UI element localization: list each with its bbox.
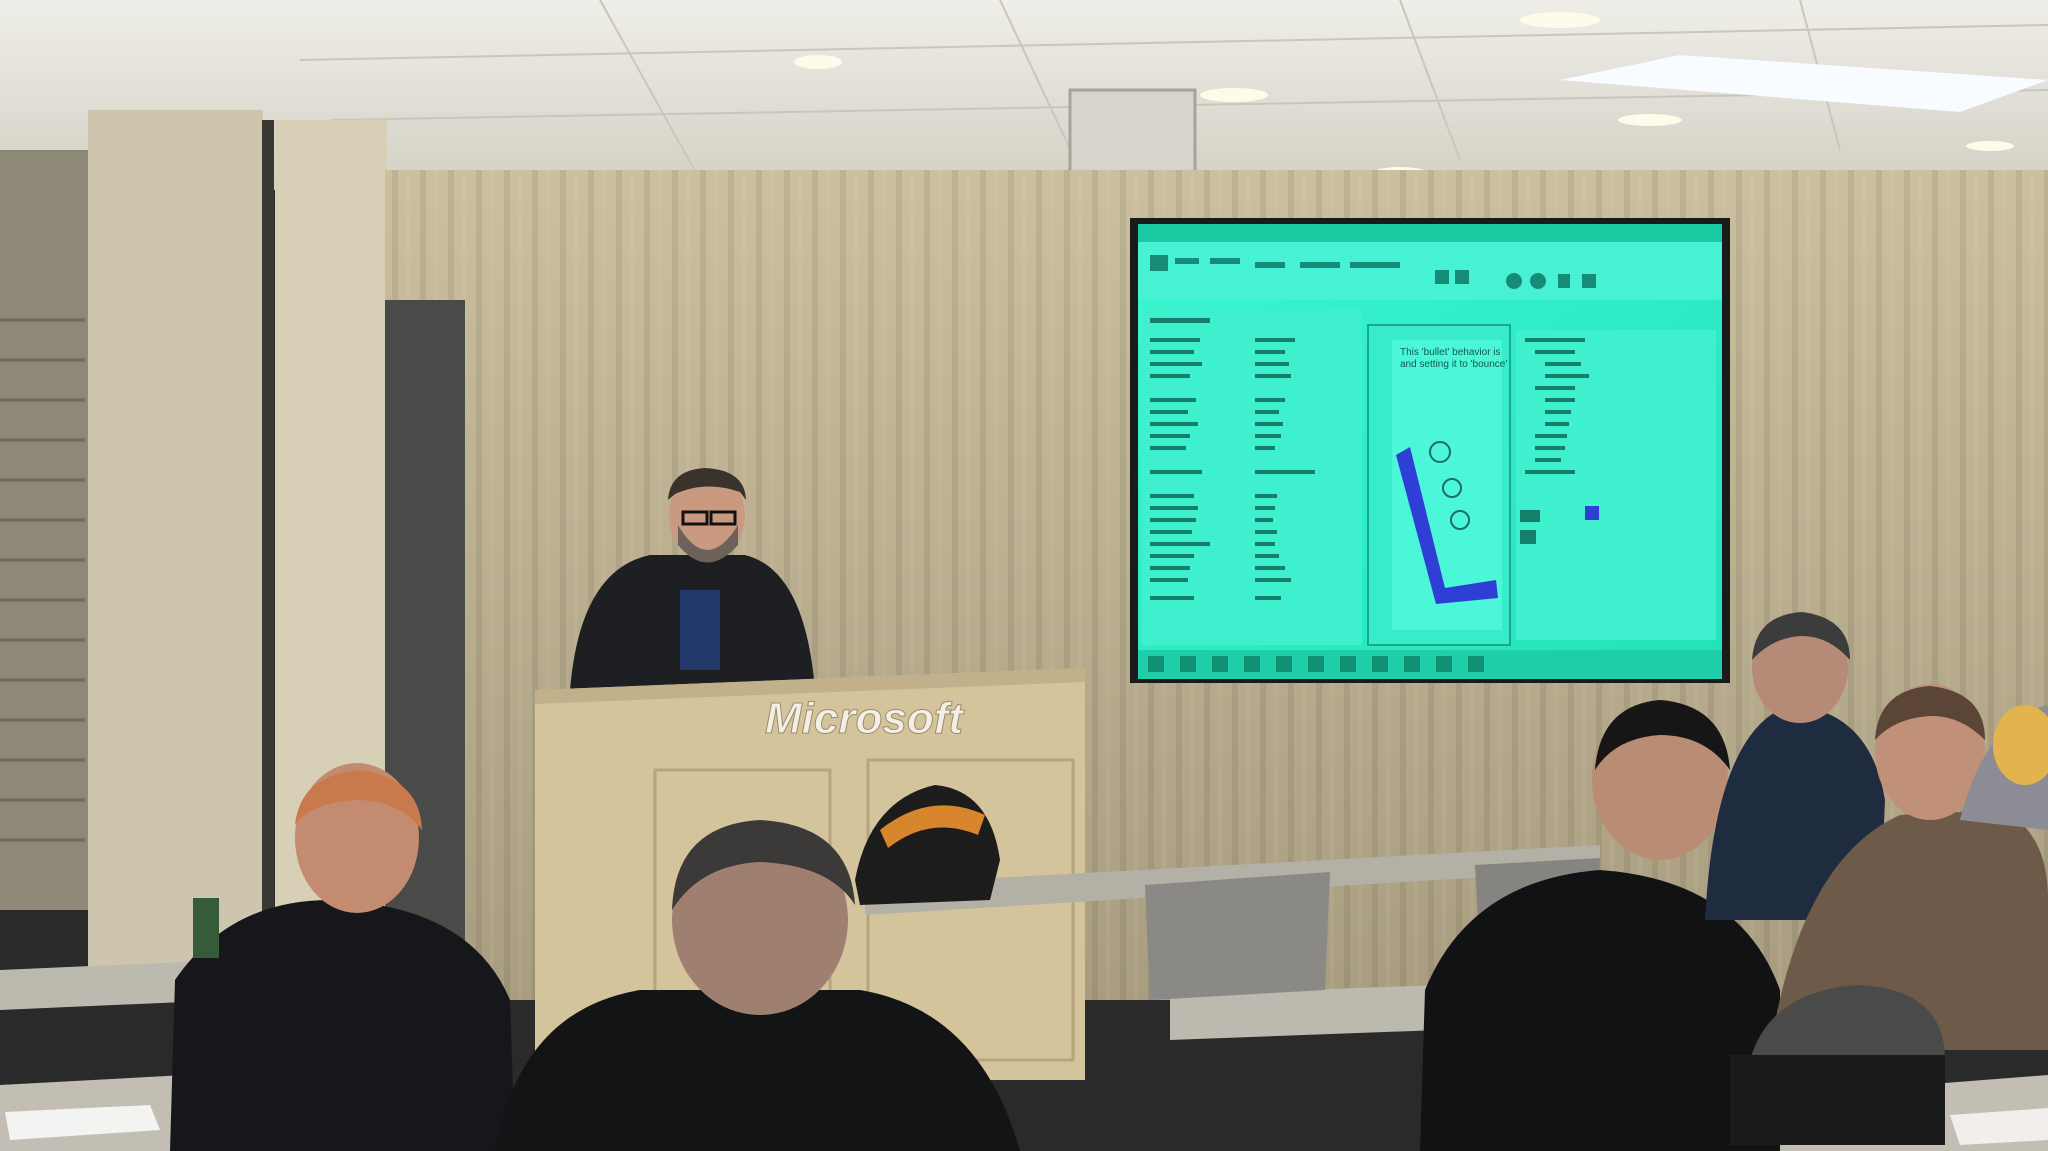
slide-caption-line1: This 'bullet' behavior is [1400, 347, 1501, 358]
blue-sprite-thumbnail [1585, 506, 1599, 520]
slide-caption-line2: and setting it to 'bounce' [1400, 359, 1507, 370]
scene-svg: This 'bullet' behavior is and setting it… [0, 0, 2048, 1151]
left-column [88, 110, 263, 970]
drink-can [193, 898, 219, 958]
conference-room-photo: This 'bullet' behavior is and setting it… [0, 0, 2048, 1151]
column-edge [262, 120, 274, 970]
projected-app-window: This 'bullet' behavior is and setting it… [1138, 224, 1722, 679]
left-wall-window [0, 150, 95, 910]
podium-logo: Microsoft [765, 694, 965, 743]
